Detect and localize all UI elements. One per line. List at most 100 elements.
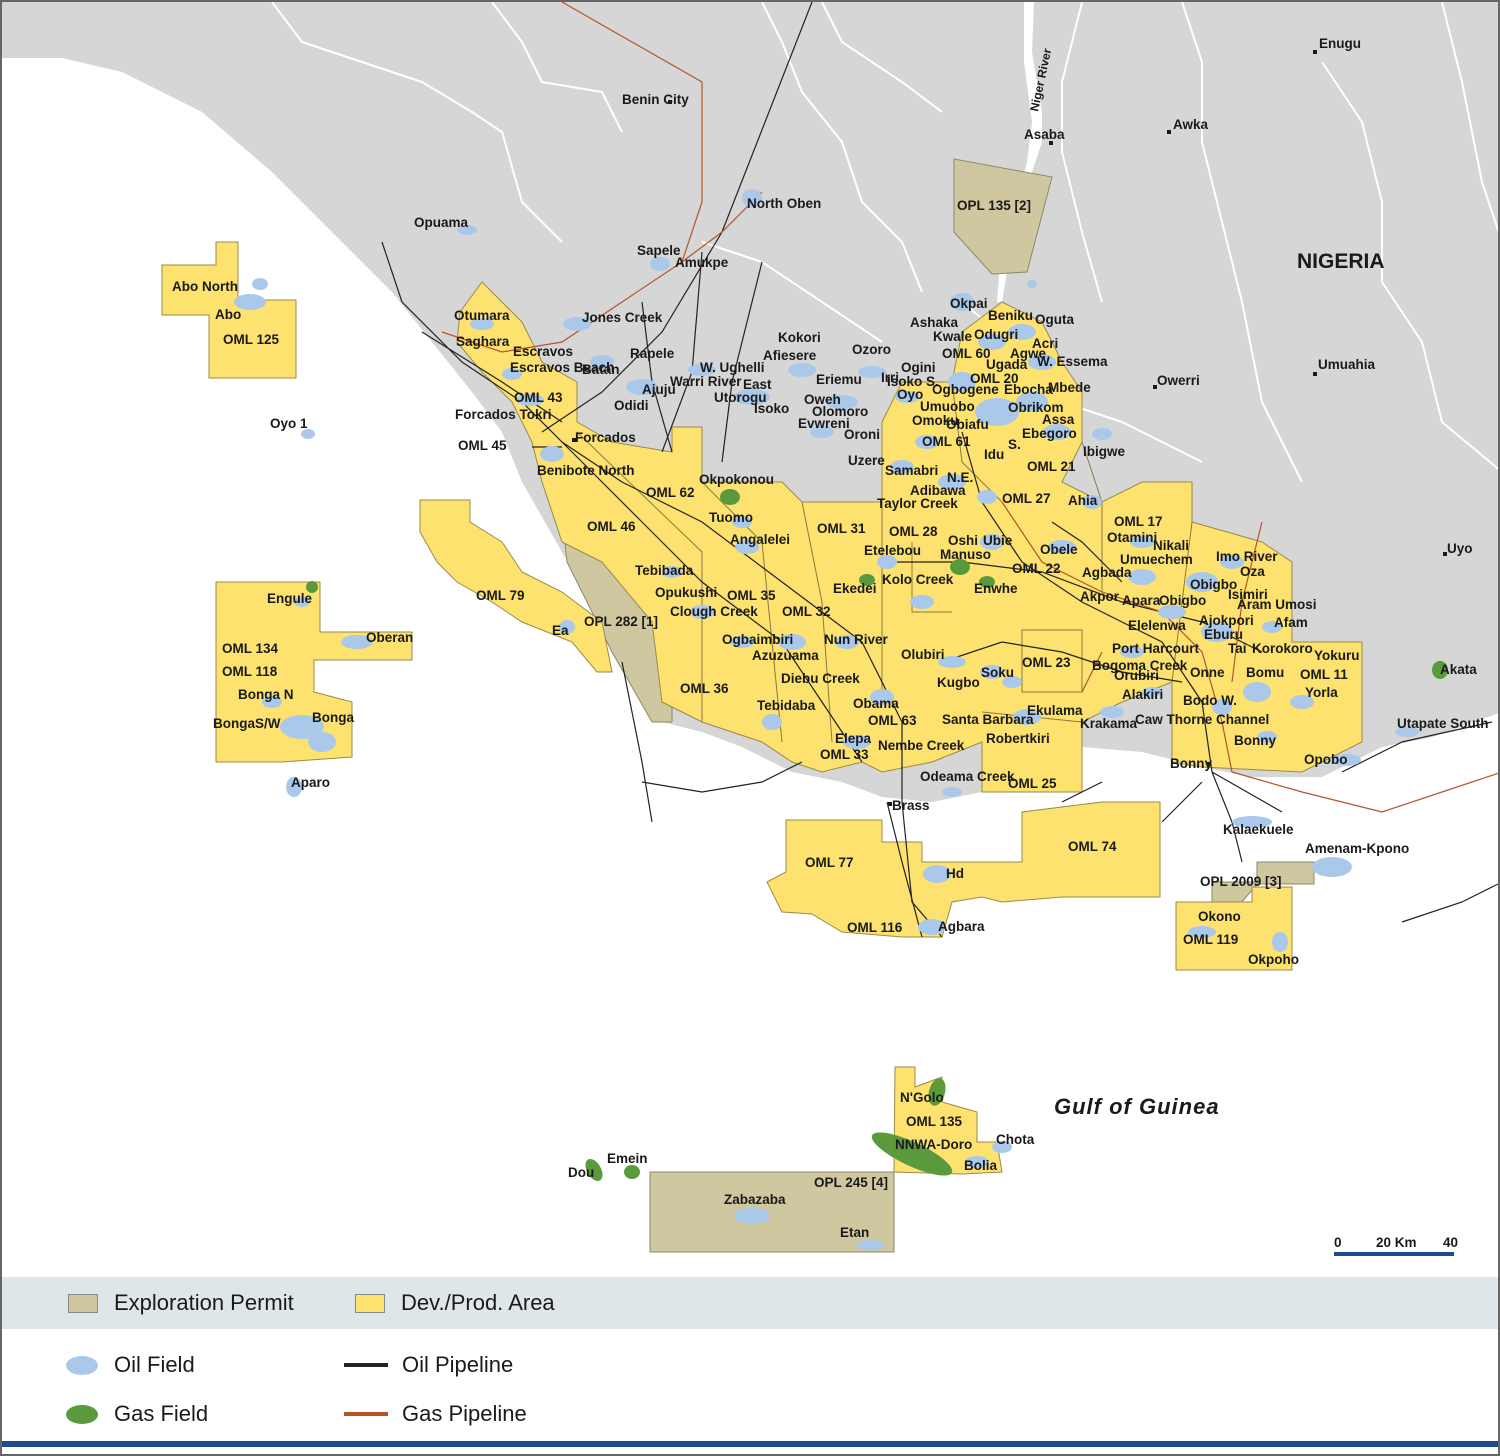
field-label: Ogini (901, 360, 936, 375)
field-label: Bonny (1234, 733, 1276, 748)
legend-dev-prod-area: Dev./Prod. Area (355, 1290, 555, 1316)
field-label: Imo River (1216, 549, 1278, 564)
field-label: Nembe Creek (878, 738, 965, 753)
field-label: Kwale (933, 329, 973, 344)
field-label: Elelenwa (1128, 618, 1186, 633)
field-label: Warri River (670, 374, 742, 389)
field-label: Bodo W. (1183, 693, 1237, 708)
field-label: Umuobo (920, 399, 975, 414)
legend-gas-field-label: Gas Field (114, 1401, 209, 1426)
field-label: Hd (946, 866, 964, 881)
field-label: Otumara (454, 308, 510, 323)
gas-pipeline-swatch (344, 1412, 388, 1416)
field-label: Opuama (414, 215, 469, 230)
block-label: OML 11 (1300, 667, 1348, 682)
field-label: Bonga (312, 710, 354, 725)
field-label: Soku (981, 665, 1014, 680)
city-label: Enugu (1319, 36, 1361, 51)
city-label: Port Harcourt (1112, 641, 1200, 656)
field-label: Okpai (950, 296, 988, 311)
block-label: OPL 2009 [3] (1200, 874, 1282, 889)
block-label: OPL 135 [2] (957, 198, 1031, 213)
field-label: Bonga N (238, 687, 294, 702)
field-label: Abo (215, 307, 241, 322)
field-label: NNWA-Doro (895, 1137, 972, 1152)
field-label: Onne (1190, 665, 1225, 680)
block-label: OML 62 (646, 485, 695, 500)
field-label: Ekedei (833, 581, 877, 596)
field-label: Jones Creek (582, 310, 663, 325)
field-label: Ebocha (1004, 382, 1053, 397)
block-label: OML 74 (1068, 839, 1117, 854)
block-label: OML 35 (727, 588, 776, 603)
field-label: Amenam-Kpono (1305, 841, 1409, 856)
field-label: Krakama (1080, 716, 1138, 731)
field-label: Oyo 1 (270, 416, 308, 431)
legend-top-row: Exploration Permit Dev./Prod. Area (2, 1277, 1498, 1329)
block-label: OML 134 (222, 641, 279, 656)
block-label: OML 46 (587, 519, 636, 534)
field-label: N.E. (947, 470, 973, 485)
field-label: Ogbaimbiri (722, 632, 793, 647)
field-label: Ashaka (910, 315, 959, 330)
scale-tick-20: 20 Km (1376, 1235, 1417, 1250)
field-label: Zabazaba (724, 1192, 786, 1207)
field-label: Oberan (366, 630, 413, 645)
field-label: Alakiri (1122, 687, 1163, 702)
field-label: Ajokpori (1199, 613, 1254, 628)
city-label: Umuahia (1318, 357, 1376, 372)
field-label: Chota (996, 1132, 1035, 1147)
legend-oil-field: Oil Field (66, 1352, 195, 1378)
gas-field-swatch (66, 1404, 98, 1424)
field-label: Opobo (1304, 752, 1348, 767)
field-label: Engule (267, 591, 312, 606)
field-label: Nun River (824, 632, 889, 647)
block-label: OML 23 (1022, 655, 1071, 670)
map-frame: 0 20 Km 40 NIGERIA Gulf of Guinea Niger … (0, 0, 1500, 1456)
city-label: Asaba (1024, 127, 1065, 142)
field-label: Benibote North (537, 463, 635, 478)
bottom-accent-bar (2, 1439, 1498, 1454)
legend-gas-field: Gas Field (66, 1401, 208, 1427)
field-label: Oza (1240, 564, 1265, 579)
oil-pipeline-swatch (344, 1363, 388, 1367)
field-label: Akata (1440, 662, 1477, 677)
block-label: OML 118 (222, 664, 278, 679)
scale-tick-40: 40 (1443, 1235, 1458, 1250)
field-label: Aparo (291, 775, 330, 790)
field-label: Nikali (1153, 538, 1189, 553)
oil-field-swatch (66, 1355, 98, 1375)
field-label: Otamini (1107, 530, 1157, 545)
city-label: Bonny (1170, 756, 1212, 771)
field-label: Okono (1198, 909, 1241, 924)
field-label: Santa Barbara (942, 712, 1034, 727)
block-label: OML 36 (680, 681, 729, 696)
field-label: Robertkiri (986, 731, 1050, 746)
field-label: Assa (1042, 412, 1075, 427)
scale-tick-0: 0 (1334, 1235, 1342, 1250)
block-label: OML 21 (1027, 459, 1076, 474)
field-label: Orubiri (1114, 668, 1159, 683)
field-label: Odugri (974, 327, 1018, 342)
block-label: OML 27 (1002, 491, 1051, 506)
block-label: OML 63 (868, 713, 917, 728)
field-label: Batan (582, 362, 620, 377)
block-label: OML 28 (889, 524, 938, 539)
nigeria-oil-gas-map: 0 20 Km 40 NIGERIA Gulf of Guinea Niger … (2, 2, 1498, 1277)
field-label: Afiesere (763, 348, 817, 363)
field-label: Ekulama (1027, 703, 1083, 718)
field-label: Akpor (1080, 589, 1120, 604)
field-label: Azuzuama (752, 648, 819, 663)
field-label: Amukpe (675, 255, 729, 270)
field-label: Beniku (988, 308, 1033, 323)
field-label: Utapate South (1397, 716, 1489, 731)
field-label: Oshi (948, 533, 978, 548)
field-label: Ahia (1068, 493, 1098, 508)
block-label: OML 32 (782, 604, 831, 619)
field-label: Obigbo (1159, 593, 1206, 608)
field-label: Agbara (938, 919, 985, 934)
block-label: OPL 282 [1] (584, 614, 658, 629)
field-label: Ibigwe (1083, 444, 1125, 459)
field-label: Tai (1228, 641, 1247, 656)
block-label: OML 116 (847, 920, 903, 935)
